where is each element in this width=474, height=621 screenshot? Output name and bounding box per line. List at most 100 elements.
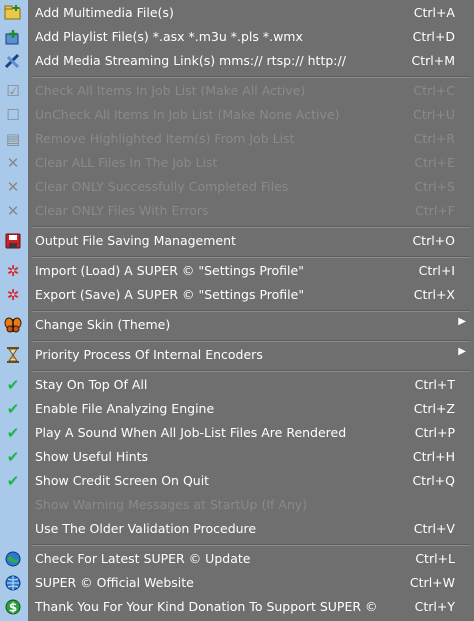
menu-item-add-multimedia[interactable]: Add Multimedia File(s) Ctrl+A <box>0 1 474 25</box>
menu-item-label: Add Playlist File(s) *.asx *.m3u *.pls *… <box>35 29 303 44</box>
menu-item-check-all: ☑ Check All Items In Job List (Make All … <box>0 79 474 103</box>
menu-item-stay-on-top[interactable]: ✔ Stay On Top Of All Ctrl+T <box>0 373 474 397</box>
import-profile-icon: ✲ <box>6 262 20 280</box>
menu-item-shortcut: Ctrl+H <box>412 449 455 464</box>
menu-item-shortcut: Ctrl+U <box>413 107 455 122</box>
menu-item-shortcut: Ctrl+R <box>413 131 455 146</box>
menu-item-label: Show Useful Hints <box>35 449 149 464</box>
menu-item-label: Import (Load) A SUPER © "Settings Profil… <box>35 263 304 278</box>
menu-item-add-playlist[interactable]: Add Playlist File(s) *.asx *.m3u *.pls *… <box>0 25 474 49</box>
menu-item-export-profile[interactable]: ✲ Export (Save) A SUPER © "Settings Prof… <box>0 283 474 307</box>
menu-separator <box>32 76 470 78</box>
floppy-disk-icon <box>3 232 23 250</box>
menu-item-change-skin[interactable]: Change Skin (Theme) ▶ <box>0 313 474 337</box>
menu-item-shortcut: Ctrl+W <box>409 575 455 590</box>
checkmark-icon: ✔ <box>6 424 20 442</box>
menu-item-label: SUPER © Official Website <box>35 575 194 590</box>
submenu-arrow-icon: ▶ <box>458 316 466 327</box>
menu-item-label: Priority Process Of Internal Encoders <box>35 347 263 362</box>
menu-item-label: Clear ONLY Successfully Completed Files <box>35 179 289 194</box>
add-file-icon <box>3 4 23 22</box>
checkmark-icon: ✔ <box>6 376 20 394</box>
menu-item-label: Check For Latest SUPER © Update <box>35 551 251 566</box>
menu-item-uncheck-all: ☐ UnCheck All Items In Job List (Make No… <box>0 103 474 127</box>
menu-item-add-streaming-link[interactable]: Add Media Streaming Link(s) mms:// rtsp:… <box>0 49 474 73</box>
check-list-icon: ☑ <box>6 82 20 100</box>
menu-item-label: Clear ALL Files In The Job List <box>35 155 218 170</box>
menu-separator <box>32 340 470 342</box>
menu-separator <box>32 256 470 258</box>
menu-item-shortcut: Ctrl+Q <box>412 473 455 488</box>
menu-item-label: Enable File Analyzing Engine <box>35 401 215 416</box>
menu-item-label: Play A Sound When All Job-List Files Are… <box>35 425 347 440</box>
menu-item-shortcut: Ctrl+Z <box>413 401 455 416</box>
menu-item-label: Stay On Top Of All <box>35 377 148 392</box>
menu-item-clear-all: ✕ Clear ALL Files In The Job List Ctrl+E <box>0 151 474 175</box>
menu-item-clear-errors: ✕ Clear ONLY Files With Errors Ctrl+F <box>0 199 474 223</box>
menu-item-shortcut: Ctrl+A <box>413 5 455 20</box>
menu-separator <box>32 226 470 228</box>
menu-item-shortcut: Ctrl+S <box>414 179 455 194</box>
menu-item-shortcut: Ctrl+D <box>412 29 455 44</box>
menu-item-shortcut: Ctrl+L <box>415 551 455 566</box>
clear-icon: ✕ <box>6 178 20 196</box>
menu-item-label: Check All Items In Job List (Make All Ac… <box>35 83 306 98</box>
checkmark-icon: ✔ <box>6 448 20 466</box>
menu-item-label: Export (Save) A SUPER © "Settings Profil… <box>35 287 305 302</box>
uncheck-list-icon: ☐ <box>6 106 20 124</box>
menu-item-shortcut: Ctrl+O <box>412 233 455 248</box>
menu-item-priority-process[interactable]: Priority Process Of Internal Encoders ▶ <box>0 343 474 367</box>
menu-item-warning-messages: Show Warning Messages at StartUp (If Any… <box>0 493 474 517</box>
menu-item-label: Add Media Streaming Link(s) mms:// rtsp:… <box>35 53 346 68</box>
menu-item-donation[interactable]: $ Thank You For Your Kind Donation To Su… <box>0 595 474 619</box>
menu-item-label: Add Multimedia File(s) <box>35 5 174 20</box>
globe-website-icon <box>3 574 23 592</box>
menu-item-shortcut: Ctrl+F <box>415 203 455 218</box>
menu-item-shortcut: Ctrl+C <box>413 83 455 98</box>
checkmark-icon: ✔ <box>6 472 20 490</box>
menu-item-clear-completed: ✕ Clear ONLY Successfully Completed File… <box>0 175 474 199</box>
menu-item-credit-screen[interactable]: ✔ Show Credit Screen On Quit Ctrl+Q <box>0 469 474 493</box>
menu-item-shortcut: Ctrl+X <box>413 287 455 302</box>
menu-item-file-analyzing-engine[interactable]: ✔ Enable File Analyzing Engine Ctrl+Z <box>0 397 474 421</box>
context-menu: Add Multimedia File(s) Ctrl+A Add Playli… <box>0 0 474 621</box>
menu-item-official-website[interactable]: SUPER © Official Website Ctrl+W <box>0 571 474 595</box>
menu-item-output-file-saving[interactable]: Output File Saving Management Ctrl+O <box>0 229 474 253</box>
menu-item-label: Show Warning Messages at StartUp (If Any… <box>35 497 308 512</box>
add-playlist-icon <box>3 28 23 46</box>
menu-separator <box>32 544 470 546</box>
clear-icon: ✕ <box>6 202 20 220</box>
menu-item-remove-highlighted: ▤ Remove Highlighted Item(s) From Job Li… <box>0 127 474 151</box>
streaming-link-icon <box>3 52 23 70</box>
menu-item-shortcut: Ctrl+T <box>414 377 455 392</box>
checkmark-icon: ✔ <box>6 400 20 418</box>
menu-item-label: Show Credit Screen On Quit <box>35 473 210 488</box>
menu-item-label: Use The Older Validation Procedure <box>35 521 257 536</box>
menu-separator <box>32 310 470 312</box>
menu-item-label: Thank You For Your Kind Donation To Supp… <box>35 599 378 614</box>
submenu-arrow-icon: ▶ <box>458 346 466 357</box>
menu-item-shortcut: Ctrl+P <box>414 425 455 440</box>
menu-item-label: Change Skin (Theme) <box>35 317 171 332</box>
menu-item-shortcut: Ctrl+M <box>411 53 456 68</box>
butterfly-icon <box>3 316 23 334</box>
dollar-icon: $ <box>3 598 23 616</box>
menu-item-older-validation[interactable]: Use The Older Validation Procedure Ctrl+… <box>0 517 474 541</box>
menu-item-label: Output File Saving Management <box>35 233 236 248</box>
menu-item-show-hints[interactable]: ✔ Show Useful Hints Ctrl+H <box>0 445 474 469</box>
menu-item-label: Clear ONLY Files With Errors <box>35 203 209 218</box>
menu-item-label: UnCheck All Items In Job List (Make None… <box>35 107 340 122</box>
svg-text:$: $ <box>9 601 17 615</box>
remove-items-icon: ▤ <box>5 130 21 148</box>
clear-icon: ✕ <box>6 154 20 172</box>
menu-item-play-sound[interactable]: ✔ Play A Sound When All Job-List Files A… <box>0 421 474 445</box>
hourglass-icon <box>3 346 23 364</box>
menu-item-shortcut: Ctrl+E <box>414 155 455 170</box>
menu-item-shortcut: Ctrl+V <box>413 521 455 536</box>
menu-item-shortcut: Ctrl+I <box>418 263 455 278</box>
menu-item-shortcut: Ctrl+Y <box>414 599 455 614</box>
menu-item-check-update[interactable]: Check For Latest SUPER © Update Ctrl+L <box>0 547 474 571</box>
menu-item-label: Remove Highlighted Item(s) From Job List <box>35 131 295 146</box>
menu-item-import-profile[interactable]: ✲ Import (Load) A SUPER © "Settings Prof… <box>0 259 474 283</box>
menu-separator <box>32 370 470 372</box>
